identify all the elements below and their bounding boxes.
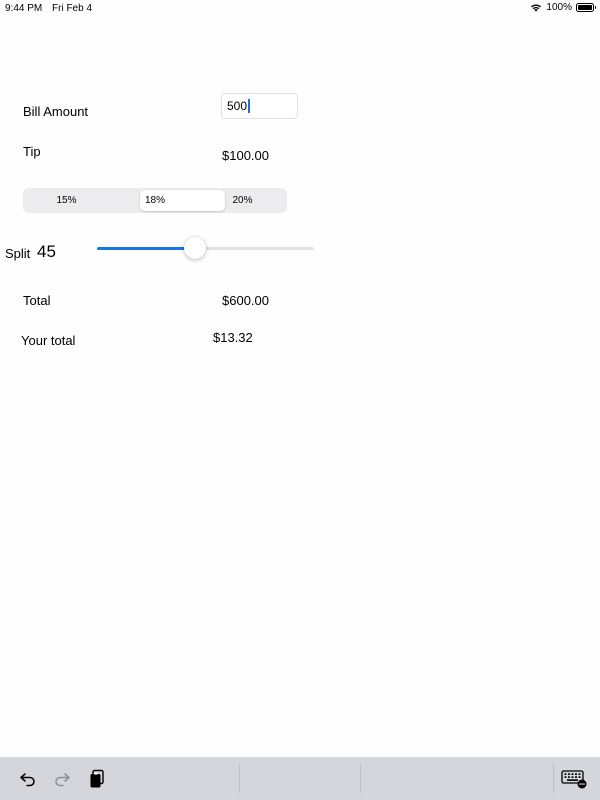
slider-fill	[97, 247, 195, 250]
status-date: Fri Feb 4	[52, 3, 93, 14]
tip-percentage-selector: 15% 18% 20%	[23, 188, 287, 213]
tip-amount: $100.00	[222, 148, 269, 163]
status-time: 9:44 PM	[5, 3, 43, 14]
text-caret	[248, 99, 251, 113]
slider-thumb[interactable]	[183, 237, 206, 259]
toolbar-divider	[553, 764, 554, 793]
split-label: Split	[5, 246, 31, 261]
bill-amount-value: 500	[227, 99, 248, 113]
bill-amount-input[interactable]: 500	[221, 93, 298, 119]
battery-percent: 100%	[546, 2, 572, 13]
undo-icon[interactable]	[17, 768, 39, 790]
total-amount: $600.00	[222, 293, 269, 308]
keyboard-icon[interactable]	[561, 768, 587, 790]
redo-icon[interactable]	[51, 768, 73, 790]
paste-icon[interactable]	[86, 768, 108, 790]
status-bar: 9:44 PM Fri Feb 4 100%	[0, 0, 600, 16]
battery-icon	[576, 3, 596, 12]
app-screen: 9:44 PM Fri Feb 4 100% Bill Amount 500 T…	[0, 0, 600, 800]
your-total-label: Your total	[21, 333, 76, 348]
split-value: 45	[37, 242, 56, 261]
your-total-amount: $13.32	[213, 330, 253, 345]
status-indicators: 100%	[530, 2, 596, 13]
split-slider[interactable]	[97, 235, 314, 263]
toolbar-divider	[239, 764, 240, 793]
keyboard-shortcut-bar	[0, 757, 600, 800]
tip-option-15[interactable]: 15%	[24, 190, 109, 211]
toolbar-divider	[360, 764, 361, 793]
wifi-icon	[530, 3, 542, 12]
tip-label: Tip	[23, 144, 41, 159]
bill-amount-label: Bill Amount	[23, 104, 89, 119]
total-label: Total	[23, 293, 51, 308]
tip-option-20[interactable]: 20%	[200, 190, 285, 211]
